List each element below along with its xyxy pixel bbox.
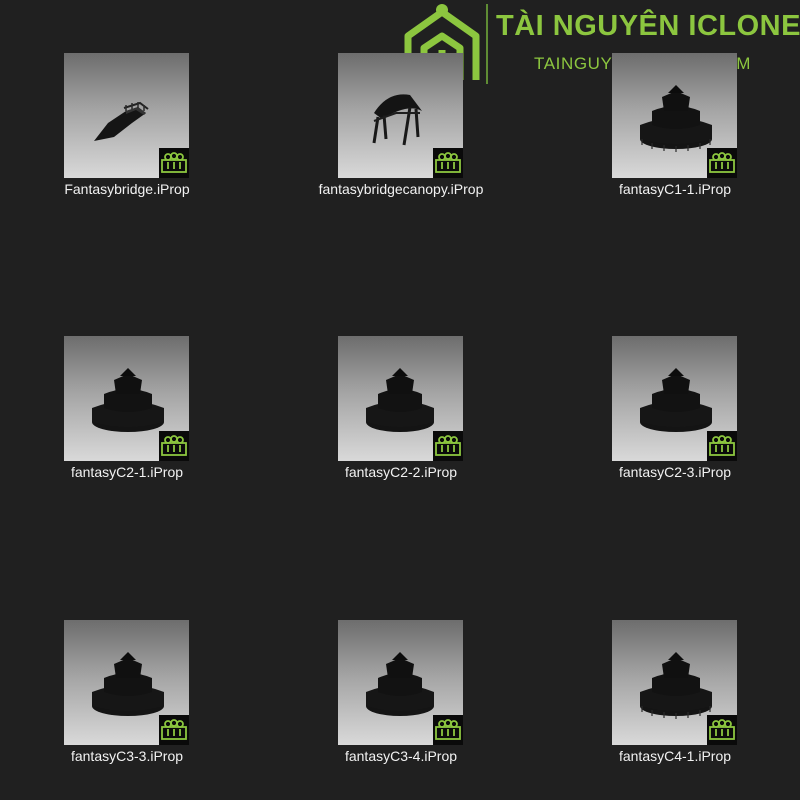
iclone-prop-icon (709, 152, 735, 173)
file-name: fantasyC4-1.iProp (618, 748, 732, 764)
file-item[interactable]: fantasyC2-3.iProp (550, 336, 737, 486)
file-thumbnail (338, 53, 463, 178)
file-item[interactable]: fantasyC3-4.iProp (276, 620, 463, 770)
file-item[interactable]: fantasyC4-1.iProp (550, 620, 737, 770)
iprop-badge (707, 148, 737, 178)
file-thumbnail (338, 336, 463, 461)
iprop-badge (433, 715, 463, 745)
iprop-badge (433, 431, 463, 461)
iclone-prop-icon (161, 435, 187, 456)
iclone-prop-icon (435, 719, 461, 740)
iclone-prop-icon (709, 435, 735, 456)
file-thumbnail (64, 620, 189, 745)
iclone-prop-icon (161, 719, 187, 740)
file-name: fantasyC2-1.iProp (70, 464, 184, 480)
file-item[interactable]: fantasyC2-2.iProp (276, 336, 463, 486)
iprop-badge (707, 431, 737, 461)
iclone-prop-icon (709, 719, 735, 740)
file-thumbnail (612, 336, 737, 461)
iclone-prop-icon (435, 152, 461, 173)
file-name: fantasyC1-1.iProp (618, 181, 732, 197)
file-thumbnail (338, 620, 463, 745)
iprop-badge (159, 148, 189, 178)
watermark-title: TÀI NGUYÊN ICLONE (496, 10, 800, 42)
iprop-badge (707, 715, 737, 745)
file-item[interactable]: fantasyC1-1.iProp (550, 53, 737, 203)
file-item[interactable]: fantasyC2-1.iProp (2, 336, 189, 486)
file-name: fantasybridgecanopy.iProp (318, 181, 484, 197)
file-thumbnail (612, 53, 737, 178)
file-thumbnail (612, 620, 737, 745)
watermark-divider (486, 4, 488, 84)
file-item[interactable]: Fantasybridge.iProp (2, 53, 190, 203)
file-name: fantasyC3-4.iProp (344, 748, 458, 764)
file-item[interactable]: fantasyC3-3.iProp (2, 620, 189, 770)
iprop-badge (159, 715, 189, 745)
file-item[interactable]: fantasybridgecanopy.iProp (276, 53, 483, 203)
iclone-prop-icon (435, 435, 461, 456)
iclone-prop-icon (161, 152, 187, 173)
iprop-badge (159, 431, 189, 461)
iprop-badge (433, 148, 463, 178)
file-name: Fantasybridge.iProp (64, 181, 190, 197)
file-thumbnail (64, 336, 189, 461)
file-name: fantasyC2-3.iProp (618, 464, 732, 480)
file-name: fantasyC3-3.iProp (70, 748, 184, 764)
file-name: fantasyC2-2.iProp (344, 464, 458, 480)
file-thumbnail (64, 53, 189, 178)
